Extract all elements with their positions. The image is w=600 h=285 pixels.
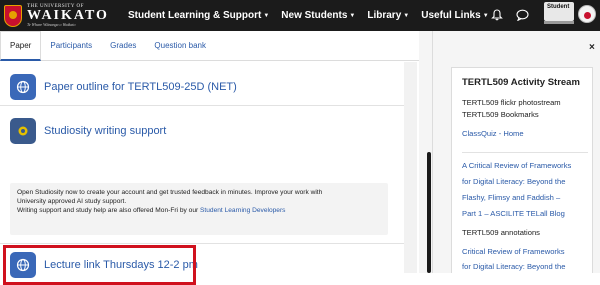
nav-label: Student Learning & Support: [128, 10, 262, 21]
activity-studiosity[interactable]: Studiosity writing support: [10, 118, 166, 144]
university-logo[interactable]: THE UNIVERSITY OF WAIKATO Te Whare Wānan…: [4, 2, 124, 29]
stream-item-link[interactable]: for Digital Literacy: Beyond the: [462, 176, 565, 187]
stream-item[interactable]: TERTL509 annotations: [462, 227, 540, 238]
tab-grades[interactable]: Grades: [101, 31, 145, 61]
tab-participants[interactable]: Participants: [41, 31, 101, 61]
studiosity-description: Open Studiosity now to create your accou…: [10, 183, 388, 235]
primary-nav: Student Learning & Support ▼ New Students…: [128, 0, 489, 31]
logo-motto: Te Whare Wānanga o Waikato: [27, 22, 76, 27]
tab-question-bank[interactable]: Question bank: [145, 31, 215, 61]
nav-useful-links[interactable]: Useful Links ▼: [421, 10, 488, 21]
nav-library[interactable]: Library ▼: [367, 10, 409, 21]
desc-line: Open Studiosity now to create your accou…: [17, 189, 323, 196]
nav-new-students[interactable]: New Students ▼: [281, 10, 355, 21]
divider: [0, 105, 404, 106]
tab-paper[interactable]: Paper: [0, 30, 42, 61]
stream-item-link[interactable]: A Critical Review of Frameworks: [462, 160, 571, 171]
stream-item-link[interactable]: ClassQuiz - Home: [462, 128, 524, 139]
activity-link[interactable]: Studiosity writing support: [44, 125, 166, 137]
activity-list: Paper outline for TERTL509-25D (NET) Stu…: [0, 62, 404, 285]
desc-line: University approved AI study support.: [17, 198, 127, 205]
block-title: TERTL509 Activity Stream: [462, 77, 580, 88]
course-content: Paper Participants Grades Question bank …: [0, 30, 432, 285]
nav-label: Library: [367, 10, 402, 21]
chevron-down-icon: ▼: [482, 12, 489, 19]
stream-item[interactable]: TERTL509 Bookmarks: [462, 109, 539, 120]
stream-item-link[interactable]: for Digital Literacy: Beyond the: [462, 261, 565, 272]
studiosity-icon: [10, 118, 36, 144]
student-learning-developers-link[interactable]: Student Learning Developers: [200, 207, 285, 214]
chevron-down-icon: ▼: [349, 12, 356, 19]
chevron-down-icon: ▼: [263, 12, 270, 19]
desc-text: Writing support and study help are also …: [17, 207, 199, 214]
course-tabs: Paper Participants Grades Question bank: [0, 30, 432, 61]
avatar[interactable]: [578, 5, 596, 23]
nav-student-learning-support[interactable]: Student Learning & Support ▼: [128, 10, 269, 21]
nav-label: Useful Links: [421, 10, 481, 21]
activity-paper-outline[interactable]: Paper outline for TERTL509-25D (NET): [10, 74, 237, 100]
nav-label: New Students: [281, 10, 348, 21]
divider: [0, 243, 404, 244]
stream-item[interactable]: TERTL509 flickr photostream: [462, 97, 561, 108]
notifications-bell-icon[interactable]: [491, 9, 503, 21]
stream-item-link[interactable]: Critical Review of Frameworks: [462, 246, 565, 257]
close-drawer-icon[interactable]: ×: [589, 42, 595, 53]
divider: [462, 152, 588, 153]
globe-icon: [10, 74, 36, 100]
desc-line: Writing support and study help are also …: [17, 206, 381, 215]
stream-item-link[interactable]: Part 1 – ASCILITE TELall Blog: [462, 208, 565, 219]
logo-main-text: WAIKATO: [27, 8, 109, 23]
chevron-down-icon: ▼: [403, 12, 410, 19]
user-button-underline: [544, 21, 574, 24]
messages-chat-icon[interactable]: [516, 9, 529, 21]
crest-icon: [4, 4, 22, 27]
top-navbar: THE UNIVERSITY OF WAIKATO Te Whare Wānan…: [0, 0, 600, 31]
logo-wordmark: THE UNIVERSITY OF WAIKATO Te Whare Wānan…: [27, 4, 109, 27]
activity-list-area: Paper outline for TERTL509-25D (NET) Stu…: [0, 62, 417, 285]
activity-link[interactable]: Paper outline for TERTL509-25D (NET): [44, 81, 237, 93]
scrollbar-thumb[interactable]: [427, 152, 431, 273]
stream-item-link[interactable]: Flashy, Flimsy and Faddish –: [462, 192, 560, 203]
highlight-box: [3, 245, 196, 285]
user-menu-button[interactable]: Student: [544, 2, 574, 21]
